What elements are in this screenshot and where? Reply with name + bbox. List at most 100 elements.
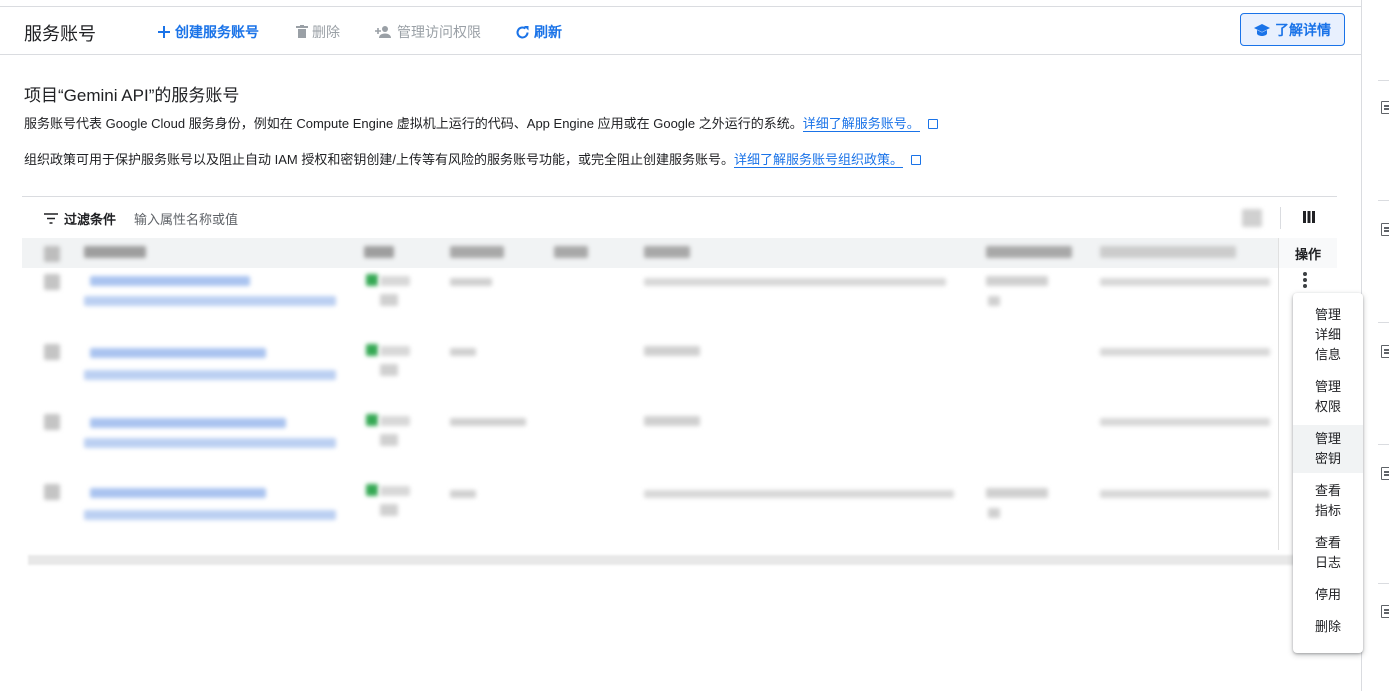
- menu-line: 删除: [1314, 619, 1341, 634]
- menu-line: 信息: [1314, 347, 1341, 362]
- document-icon[interactable]: [1381, 345, 1389, 358]
- description-text: 组织政策可用于保护服务账号以及阻止自动 IAM 授权和密钥创建/上传等有风险的服…: [24, 152, 734, 167]
- delete-button[interactable]: 删除: [296, 22, 340, 42]
- column-display-icon[interactable]: [1303, 211, 1315, 223]
- status-text: [380, 416, 410, 426]
- service-account-email-link[interactable]: [90, 488, 266, 498]
- table-header-row: [22, 238, 1337, 268]
- select-all-checkbox[interactable]: [44, 246, 60, 262]
- column-header-name[interactable]: [450, 246, 504, 258]
- service-account-email-line: [84, 296, 336, 306]
- status-text: [380, 364, 398, 376]
- display-name: [450, 278, 492, 286]
- key-date: [986, 276, 1048, 286]
- key-id: [644, 490, 954, 498]
- service-account-email-line: [84, 370, 336, 380]
- menu-item-view-metrics[interactable]: 查看 指标: [1293, 481, 1363, 521]
- status-text: [380, 294, 398, 306]
- column-header-actions: 操作: [1278, 238, 1337, 268]
- person-add-icon: [375, 26, 391, 38]
- column-header-status[interactable]: [364, 246, 394, 258]
- column-header-oauth[interactable]: [1100, 246, 1236, 258]
- menu-line: 详细: [1314, 327, 1341, 342]
- menu-item-disable[interactable]: 停用: [1293, 585, 1363, 605]
- learn-service-accounts-link[interactable]: 详细了解服务账号。: [802, 116, 920, 132]
- toolbar: 服务账号 创建服务账号 删除 管理访问权限 刷新 了解详情: [0, 7, 1361, 55]
- service-account-email-link[interactable]: [90, 348, 266, 358]
- rail-divider: [1378, 322, 1389, 323]
- service-account-email-link[interactable]: [90, 276, 250, 286]
- manage-access-label: 管理访问权限: [397, 24, 481, 40]
- description-service-accounts: 服务账号代表 Google Cloud 服务身份，例如在 Compute Eng…: [24, 113, 938, 132]
- manage-access-button[interactable]: 管理访问权限: [375, 22, 481, 42]
- oauth-client-id: [1100, 418, 1270, 426]
- service-accounts-table: 操作: [22, 238, 1337, 550]
- right-side-panel-rail: [1361, 0, 1389, 691]
- external-link-icon: [927, 119, 938, 129]
- rail-divider: [1378, 80, 1389, 81]
- column-header-key-date[interactable]: [986, 246, 1072, 258]
- description-org-policy: 组织政策可用于保护服务账号以及阻止自动 IAM 授权和密钥创建/上传等有风险的服…: [24, 149, 921, 168]
- rail-divider: [1378, 200, 1389, 201]
- column-header-desc[interactable]: [554, 246, 588, 258]
- row-checkbox[interactable]: [44, 414, 60, 430]
- horizontal-scrollbar[interactable]: [28, 555, 1297, 565]
- key-id: [644, 346, 700, 356]
- oauth-client-id: [1100, 348, 1270, 356]
- delete-label: 删除: [312, 24, 340, 40]
- menu-item-manage-details[interactable]: 管理 详细 信息: [1293, 305, 1363, 365]
- learn-org-policy-link[interactable]: 详细了解服务账号组织政策。: [733, 152, 903, 168]
- oauth-client-id: [1100, 490, 1270, 498]
- document-icon[interactable]: [1381, 467, 1389, 480]
- refresh-button[interactable]: 刷新: [515, 22, 562, 42]
- menu-line: 日志: [1314, 555, 1341, 570]
- status-text: [380, 346, 410, 356]
- refresh-icon: [516, 25, 529, 38]
- status-text: [380, 486, 410, 496]
- menu-line: 指标: [1314, 503, 1341, 518]
- density-icon[interactable]: [1242, 209, 1262, 227]
- row-checkbox[interactable]: [44, 274, 60, 290]
- filter-bar: 过滤条件 输入属性名称或值: [22, 196, 1337, 238]
- learn-more-button[interactable]: 了解详情: [1240, 13, 1345, 46]
- key-date: [986, 488, 1048, 498]
- create-service-account-button[interactable]: 创建服务账号: [157, 22, 259, 42]
- status-enabled-icon: [366, 414, 378, 426]
- document-icon[interactable]: [1381, 223, 1389, 236]
- filter-input[interactable]: 输入属性名称或值: [134, 209, 238, 228]
- oauth-client-id: [1100, 278, 1270, 286]
- menu-item-view-logs[interactable]: 查看 日志: [1293, 533, 1363, 573]
- external-link-icon: [910, 155, 921, 165]
- status-enabled-icon: [366, 344, 378, 356]
- menu-line: 查看: [1314, 483, 1341, 498]
- plus-icon: [158, 26, 170, 38]
- document-icon[interactable]: [1381, 605, 1389, 618]
- menu-item-manage-permissions[interactable]: 管理 权限: [1293, 377, 1363, 417]
- menu-item-manage-keys[interactable]: 管理 密钥: [1293, 425, 1363, 473]
- filter-button[interactable]: 过滤条件: [44, 209, 116, 228]
- row-checkbox[interactable]: [44, 484, 60, 500]
- display-name: [450, 490, 476, 498]
- service-account-email-line: [84, 438, 336, 448]
- key-date: [988, 508, 1000, 518]
- document-icon[interactable]: [1381, 101, 1389, 114]
- status-text: [380, 434, 398, 446]
- column-header-key-id[interactable]: [644, 246, 690, 258]
- status-enabled-icon: [366, 274, 378, 286]
- page-title: 服务账号: [24, 24, 96, 44]
- section-heading: 项目“Gemini API”的服务账号: [24, 86, 240, 105]
- row-checkbox[interactable]: [44, 344, 60, 360]
- status-text: [380, 504, 398, 516]
- rail-divider: [1378, 583, 1389, 584]
- learn-more-label: 了解详情: [1275, 21, 1331, 38]
- more-actions-icon[interactable]: [1303, 272, 1307, 288]
- refresh-label: 刷新: [534, 24, 562, 40]
- create-label: 创建服务账号: [175, 24, 259, 40]
- service-account-email-link[interactable]: [90, 418, 286, 428]
- menu-item-delete[interactable]: 删除: [1293, 617, 1363, 637]
- column-header-email[interactable]: [84, 246, 146, 258]
- menu-line: 密钥: [1314, 451, 1341, 466]
- key-date: [988, 296, 1000, 306]
- menu-line: 查看: [1314, 535, 1341, 550]
- toolbar-divider: [1280, 207, 1281, 229]
